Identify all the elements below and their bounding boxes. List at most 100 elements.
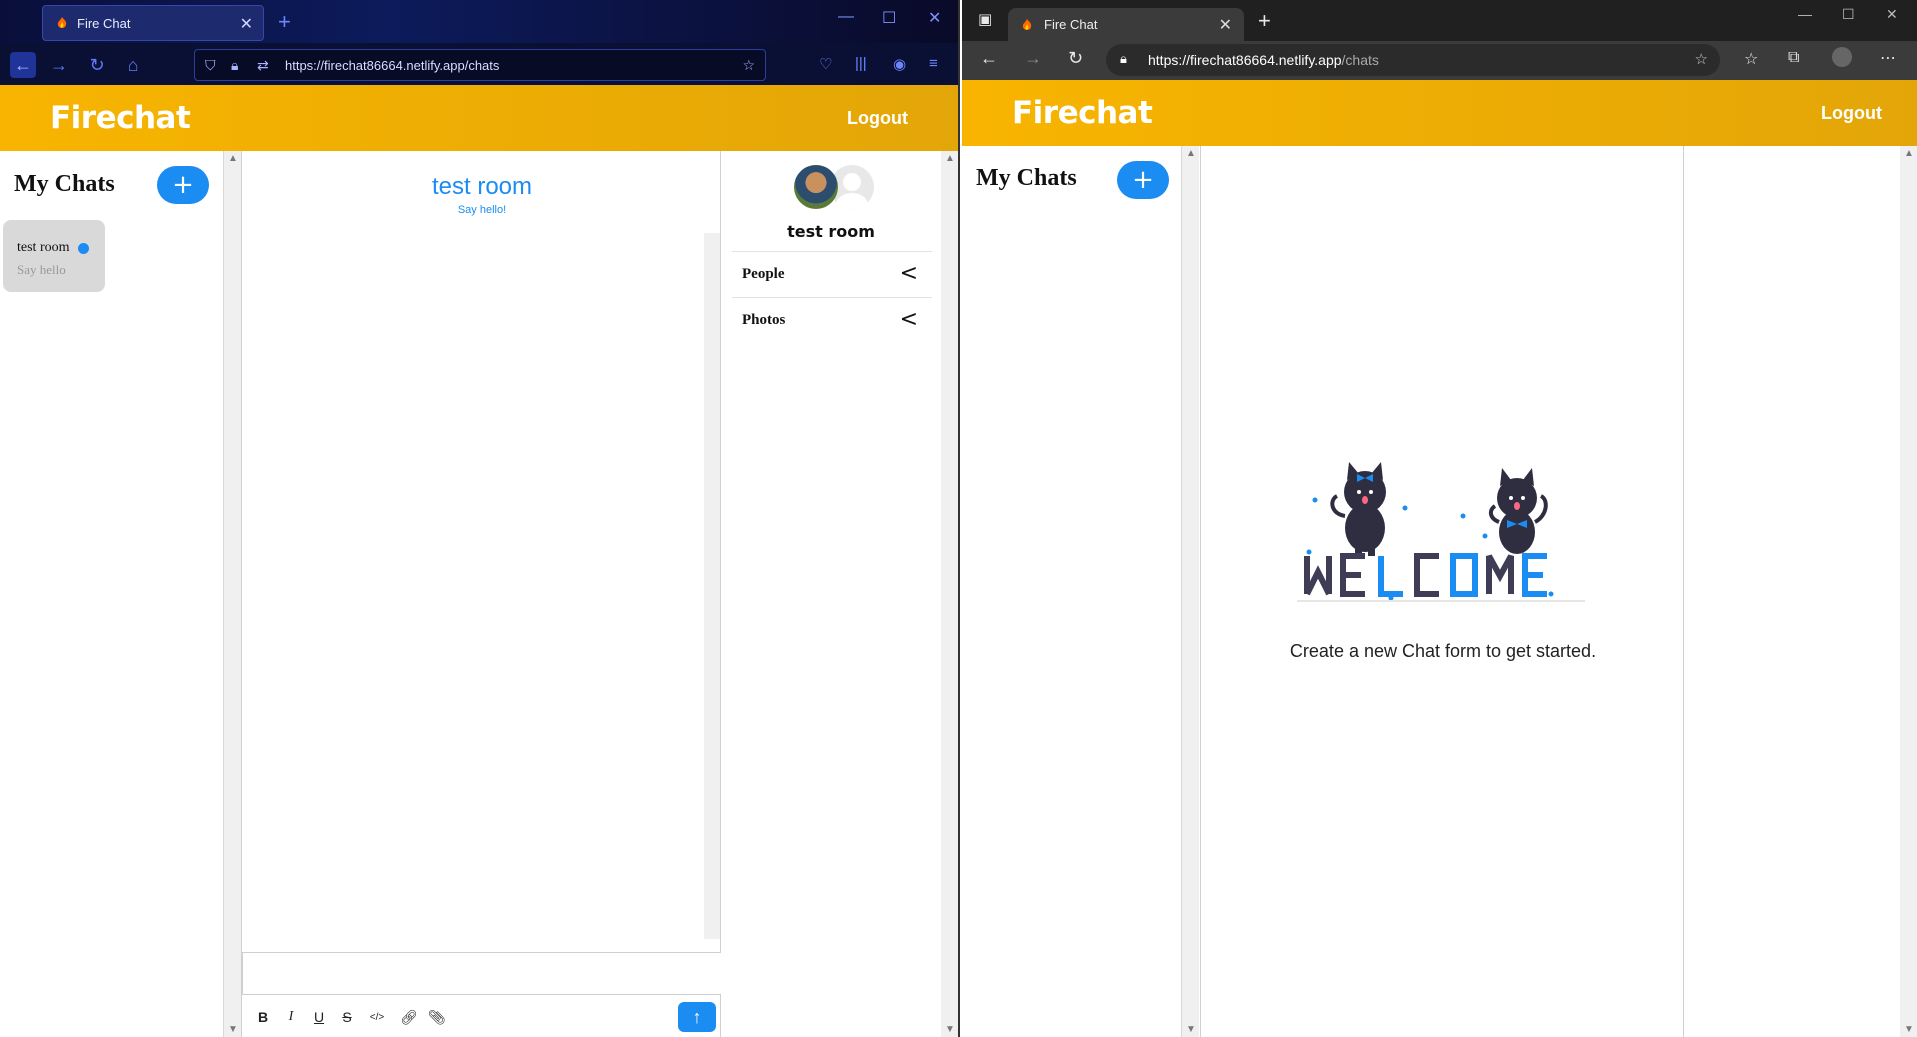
avatar [794,165,838,209]
scroll-up-icon[interactable]: ▲ [1186,148,1196,159]
chat-subtitle: Say hello! [457,204,507,216]
back-icon[interactable]: ← [10,52,36,78]
chat-title: test room [431,173,533,200]
reload-icon[interactable]: ↻ [84,52,110,78]
page-scrollbar[interactable]: ▲ ▼ [1900,146,1917,1037]
chevron-left-icon: < [899,307,918,332]
forward-icon[interactable]: → [46,52,72,78]
favorites-icon[interactable]: ☆ [1744,49,1758,69]
sidebar-scrollbar[interactable]: ▲ ▼ [1182,146,1199,1037]
scroll-up-icon[interactable]: ▲ [945,153,955,164]
chat-list-item[interactable]: test room Say hello [3,220,105,292]
brand-logo[interactable]: Firechat [50,100,191,136]
chat-settings-panel: test room People < Photos < [721,151,941,1037]
library-icon[interactable]: ||| [855,55,867,72]
chevron-left-icon: < [899,261,918,286]
browser-tab-active[interactable]: Fire Chat ✕ [42,5,264,41]
close-tab-icon[interactable]: ✕ [240,14,253,34]
scroll-down-icon[interactable]: ▼ [228,1024,238,1035]
chat-name: test room [17,240,70,255]
scroll-down-icon[interactable]: ▼ [1904,1024,1914,1035]
new-chat-button[interactable]: + [1117,161,1169,199]
format-toolbar: B I U S </> 🔗︎ 📎︎ [256,1005,446,1029]
forward-icon[interactable]: → [1024,48,1042,69]
tab-title: Fire Chat [77,15,131,31]
maximize-icon[interactable]: ☐ [1842,6,1855,23]
minimize-icon[interactable]: — [838,8,854,26]
close-window-icon[interactable]: ✕ [1886,6,1898,23]
browser-tab-active[interactable]: Fire Chat ✕ [1008,8,1244,41]
edge-window: ▣ Fire Chat ✕ + — ☐ ✕ ← → ↻ 🔒︎ https://f… [962,0,1917,1037]
chat-list-sidebar: My Chats + test room Say hello [0,151,224,1037]
link-icon[interactable]: 🔗︎ [400,1009,418,1026]
desktop: Fire Chat ✕ + — ☐ ✕ ← → ↻ ⌂ ⛉ 🔒︎ ⇄ https… [0,0,1917,1037]
arrow-up-icon: ↑ [692,1006,702,1027]
reload-icon[interactable]: ↻ [1068,48,1083,69]
fire-favicon-icon [57,17,67,28]
scroll-down-icon[interactable]: ▼ [945,1024,955,1035]
messages-scrollbar[interactable] [704,233,720,939]
shield-icon[interactable]: ⛉ [205,57,216,74]
app-header: Firechat Logout [962,80,1917,146]
tab-bar: ▣ Fire Chat ✕ + — ☐ ✕ [962,0,1917,41]
chat-list-sidebar: My Chats + [962,146,1182,1037]
welcome-panel: Create a new Chat form to get started. [1200,146,1684,1037]
url-host: https://firechat86664.netlify.app [1148,52,1342,68]
collections-icon[interactable]: ⧉ [1788,49,1799,67]
avatar-group [794,165,878,209]
people-section[interactable]: People < [732,251,932,297]
page-scrollbar[interactable]: ▲ ▼ [941,151,958,1037]
settings-chat-title[interactable]: test room [721,222,941,241]
pocket-icon[interactable]: ♡ [819,55,832,73]
welcome-cats-illustration [1297,462,1585,602]
lock-icon[interactable]: 🔒︎ [1120,51,1127,67]
address-bar[interactable]: 🔒︎ https://firechat86664.netlify.app/cha… [1106,44,1720,76]
brand-logo[interactable]: Firechat [1012,95,1153,131]
welcome-caption: Create a new Chat form to get started. [1289,641,1597,661]
scroll-down-icon[interactable]: ▼ [1186,1024,1196,1035]
app-header: Firechat Logout [0,85,958,151]
new-tab-icon[interactable]: + [278,9,291,35]
tab-actions-icon[interactable]: ▣ [978,10,992,28]
strikethrough-icon[interactable]: S [340,1009,354,1025]
lock-icon[interactable]: 🔒︎ [231,57,238,74]
underline-icon[interactable]: U [312,1009,326,1025]
back-icon[interactable]: ← [980,48,998,69]
attachment-icon[interactable]: 📎︎ [428,1009,446,1026]
people-label: People [742,266,785,282]
fire-favicon-icon [1022,18,1032,30]
photos-section[interactable]: Photos < [732,297,932,343]
message-input[interactable] [242,952,722,995]
bold-icon[interactable]: B [256,1009,270,1025]
photos-label: Photos [742,312,786,328]
bookmark-star-icon[interactable]: ☆ [742,57,755,74]
scroll-up-icon[interactable]: ▲ [1904,148,1914,159]
url-text: https://firechat86664.netlify.app/chats [285,57,500,73]
add-favorite-icon[interactable]: ☆ [1695,50,1708,68]
new-chat-button[interactable]: + [157,166,209,204]
firefox-window: Fire Chat ✕ + — ☐ ✕ ← → ↻ ⌂ ⛉ 🔒︎ ⇄ https… [0,0,960,1037]
logout-button[interactable]: Logout [1821,103,1882,124]
maximize-icon[interactable]: ☐ [882,8,896,28]
tab-title: Fire Chat [1044,17,1098,32]
menu-icon[interactable]: ≡ [929,55,938,72]
profile-avatar[interactable] [1832,47,1852,67]
chat-feed: test room Say hello! B I U S </> 🔗︎ 📎︎ ↑ [241,151,722,1037]
extension-icon[interactable]: ◉ [893,55,906,73]
permissions-icon[interactable]: ⇄ [257,57,269,74]
minimize-icon[interactable]: — [1798,6,1812,22]
close-tab-icon[interactable]: ✕ [1219,15,1232,35]
logout-button[interactable]: Logout [847,108,908,129]
url-path: /chats [1341,52,1379,68]
home-icon[interactable]: ⌂ [120,52,146,78]
italic-icon[interactable]: I [284,1009,298,1025]
chat-preview: Say hello [17,262,66,277]
scroll-up-icon[interactable]: ▲ [228,153,238,164]
send-button[interactable]: ↑ [678,1002,716,1032]
address-bar[interactable]: ⛉ 🔒︎ ⇄ https://firechat86664.netlify.app… [194,49,766,81]
new-tab-icon[interactable]: + [1258,8,1271,34]
close-window-icon[interactable]: ✕ [928,8,941,28]
sidebar-scrollbar[interactable]: ▲ ▼ [224,151,241,1037]
more-options-icon[interactable]: ⋯ [1880,48,1896,68]
code-icon[interactable]: </> [368,1012,386,1023]
